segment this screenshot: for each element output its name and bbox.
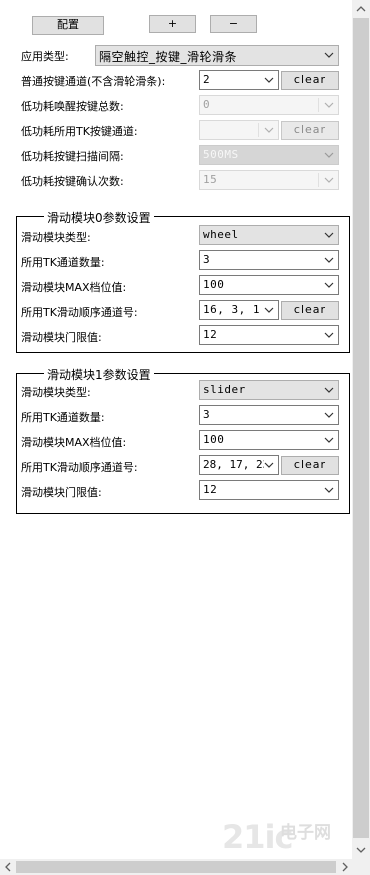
lp-confirm-select[interactable]: 15 [199, 170, 339, 190]
slider1-tk-count-select[interactable]: 3 [199, 405, 339, 425]
lp-wake-label: 低功耗唤醒按键总数: [21, 100, 124, 113]
vertical-scrollbar[interactable] [352, 0, 370, 859]
chevron-down-icon [264, 127, 274, 133]
lp-scan-label: 低功耗按键扫描间隔: [21, 150, 124, 163]
chevron-down-icon [324, 52, 334, 58]
slider1-max-value: 100 [203, 433, 225, 446]
lp-wake-value: 0 [203, 98, 211, 111]
vertical-scroll-thumb[interactable] [353, 18, 369, 838]
horizontal-scrollbar[interactable] [0, 859, 370, 875]
normal-channels-label: 普通按键通道(不含滑轮滑条): [21, 75, 166, 88]
slider1-type-label: 滑动模块类型: [21, 386, 91, 399]
slider1-order-clear-button[interactable]: clear [281, 456, 339, 475]
chevron-down-icon [264, 460, 274, 470]
chevron-down-icon [324, 152, 334, 158]
scroll-down-icon[interactable] [356, 845, 366, 855]
chevron-down-icon [264, 307, 274, 313]
scroll-up-icon[interactable] [356, 4, 366, 14]
slider0-order-value: 16, 3, 1 [203, 303, 260, 316]
chevron-down-icon [324, 177, 334, 183]
slider1-max-select[interactable]: 100 [199, 430, 339, 450]
slider1-order-select-full[interactable]: 28, 17, 23 [199, 455, 279, 475]
normal-channels-value: 2 [203, 73, 211, 86]
lp-scan-value: 500MS [203, 148, 239, 161]
chevron-down-icon [324, 412, 334, 418]
slider0-threshold-select[interactable]: 12 [199, 325, 339, 345]
slider1-max-label: 滑动模块MAX档位值: [21, 436, 127, 449]
slider1-type-value: slider [203, 383, 246, 396]
normal-channels-clear-button[interactable]: clear [281, 71, 339, 90]
lp-tk-select[interactable] [199, 120, 279, 140]
lp-tk-label: 低功耗所用TK按键通道: [21, 125, 138, 138]
slider1-tk-count-label: 所用TK通道数量: [21, 411, 105, 424]
slider1-type-select[interactable]: slider [199, 380, 339, 400]
horizontal-scroll-thumb[interactable] [16, 861, 336, 873]
slider0-order-clear-button[interactable]: clear [281, 301, 339, 320]
slider0-tk-count-select[interactable]: 3 [199, 250, 339, 270]
chevron-down-icon [324, 332, 334, 338]
slider1-threshold-value: 12 [203, 483, 218, 496]
slider1-order-label: 所用TK滑动顺序通道号: [21, 461, 138, 474]
add-button[interactable]: + [149, 15, 196, 33]
slider1-threshold-label: 滑动模块门限值: [21, 486, 102, 499]
chevron-down-icon [324, 437, 334, 443]
slider0-title: 滑动模块0参数设置 [44, 209, 154, 226]
chevron-down-icon [324, 232, 334, 238]
scroll-left-icon[interactable] [3, 862, 13, 872]
slider1-threshold-select[interactable]: 12 [199, 480, 339, 500]
lp-confirm-label: 低功耗按键确认次数: [21, 175, 124, 188]
lp-wake-select[interactable]: 0 [199, 95, 339, 115]
app-type-select[interactable]: 隔空触控_按键_滑轮滑条 [95, 45, 339, 66]
config-button[interactable]: 配置 [32, 16, 104, 35]
slider0-tk-count-label: 所用TK通道数量: [21, 256, 105, 269]
chevron-down-icon [324, 387, 334, 393]
slider0-order-label: 所用TK滑动顺序通道号: [21, 306, 138, 319]
slider1-order-value: 28, 17, 23 [203, 458, 270, 471]
slider1-title: 滑动模块1参数设置 [44, 366, 154, 383]
slider0-threshold-value: 12 [203, 328, 218, 341]
lp-confirm-value: 15 [203, 173, 218, 186]
lp-scan-select[interactable]: 500MS [199, 145, 339, 165]
watermark-text: 电子网 [280, 823, 331, 843]
slider0-threshold-label: 滑动模块门限值: [21, 331, 102, 344]
chevron-down-icon [324, 102, 334, 108]
chevron-down-icon [264, 77, 274, 83]
slider1-tk-count-value: 3 [203, 408, 211, 421]
chevron-down-icon [324, 257, 334, 263]
slider0-tk-count-value: 3 [203, 253, 211, 266]
slider0-order-select[interactable]: 16, 3, 1 [199, 300, 279, 320]
remove-button[interactable]: − [210, 15, 257, 33]
chevron-down-icon [324, 487, 334, 493]
lp-tk-clear-button[interactable]: clear [281, 121, 339, 140]
slider0-type-select[interactable]: wheel [199, 225, 339, 245]
slider0-max-value: 100 [203, 278, 225, 291]
scroll-right-icon[interactable] [340, 862, 350, 872]
chevron-down-icon [324, 282, 334, 288]
normal-channels-select[interactable]: 2 [199, 70, 279, 90]
slider0-type-label: 滑动模块类型: [21, 231, 91, 244]
slider0-type-value: wheel [203, 228, 239, 241]
slider0-max-label: 滑动模块MAX档位值: [21, 281, 127, 294]
app-type-label: 应用类型: [21, 50, 69, 63]
slider0-max-select[interactable]: 100 [199, 275, 339, 295]
app-type-value: 隔空触控_按键_滑轮滑条 [99, 50, 238, 64]
